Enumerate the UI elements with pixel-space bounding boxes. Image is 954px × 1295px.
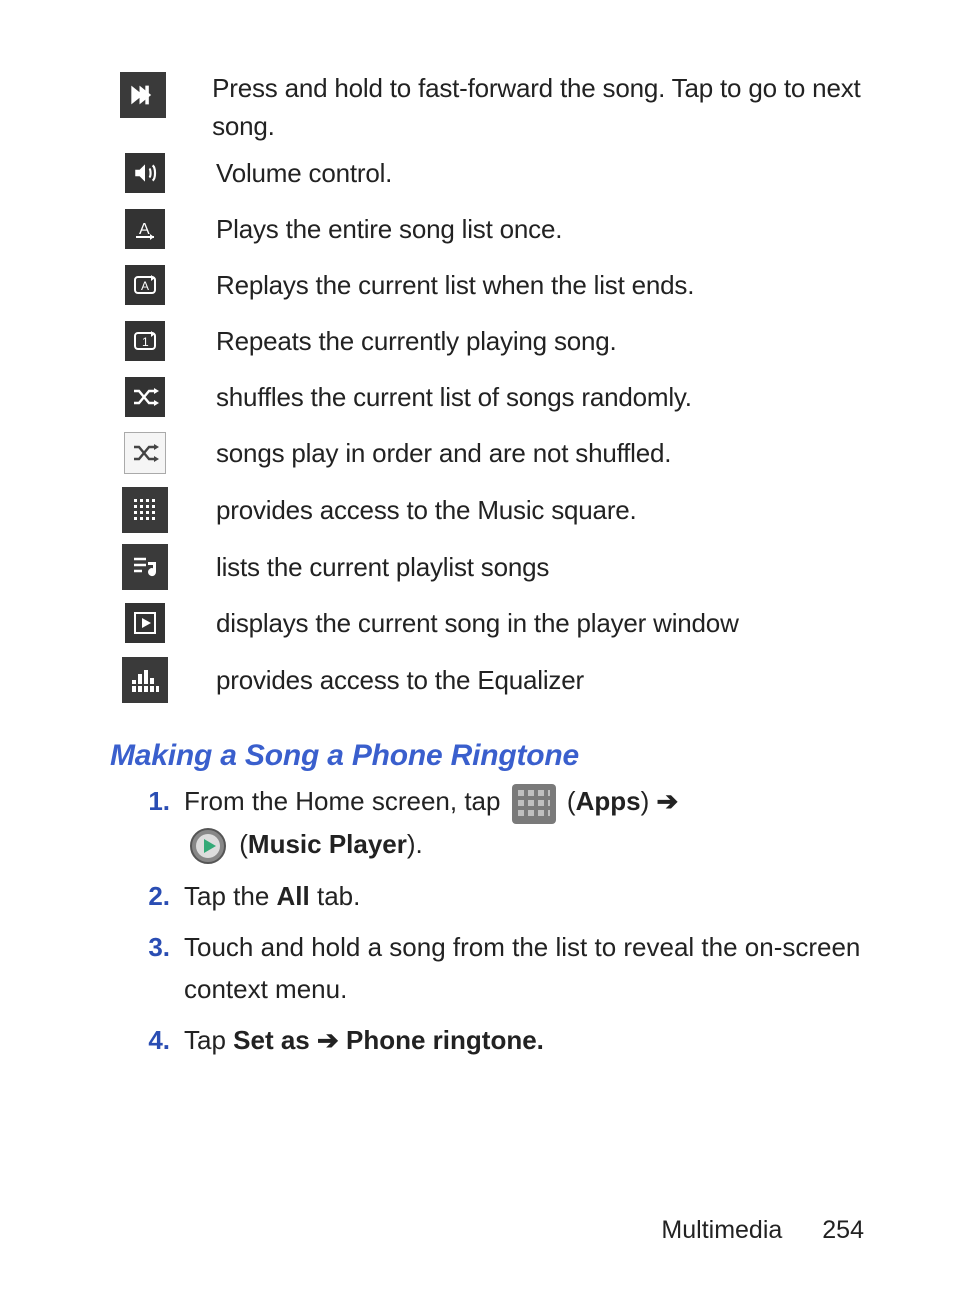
svg-text:1: 1: [142, 335, 149, 349]
icon-cell: [120, 153, 170, 193]
volume-icon: [125, 153, 165, 193]
list-item: Volume control.: [120, 145, 874, 201]
playlist-icon: [122, 544, 168, 590]
icon-cell: A: [120, 265, 170, 305]
icon-description-list: Press and hold to fast-forward the song.…: [120, 70, 874, 709]
icon-description: shuffles the current list of songs rando…: [216, 379, 692, 417]
now-playing-icon: [125, 603, 165, 643]
icon-cell: [120, 70, 166, 118]
page-footer: Multimedia 254: [661, 1216, 864, 1245]
icon-description: Press and hold to fast-forward the song.…: [212, 70, 874, 145]
step-item: 1. From the Home screen, tap (Apps) ➔ (M…: [110, 781, 874, 865]
icon-description: provides access to the Music square.: [216, 492, 637, 530]
step-item: 4. Tap Set as ➔ Phone ringtone.: [110, 1020, 874, 1062]
icon-cell: [120, 432, 170, 474]
document-page: Press and hold to fast-forward the song.…: [0, 0, 954, 1295]
repeat-one-icon: 1: [125, 321, 165, 361]
icon-description: Volume control.: [216, 155, 392, 193]
svg-text:A: A: [141, 279, 149, 293]
steps-list: 1. From the Home screen, tap (Apps) ➔ (M…: [110, 781, 874, 1062]
icon-description: Repeats the currently playing song.: [216, 323, 617, 361]
list-item: lists the current playlist songs: [120, 539, 874, 595]
icon-description: songs play in order and are not shuffled…: [216, 435, 671, 473]
icon-description: provides access to the Equalizer: [216, 662, 584, 700]
list-item: provides access to the Music square.: [120, 481, 874, 539]
play-all-once-icon: A: [125, 209, 165, 249]
equalizer-icon: [122, 657, 168, 703]
footer-page-number: 254: [822, 1216, 864, 1245]
icon-cell: [120, 603, 170, 643]
step-number: 1.: [110, 781, 184, 865]
list-item: 1 Repeats the currently playing song.: [120, 313, 874, 369]
icon-cell: [120, 377, 170, 417]
list-item: songs play in order and are not shuffled…: [120, 425, 874, 481]
icon-cell: [120, 544, 170, 590]
step-item: 2. Tap the All tab.: [110, 876, 874, 918]
list-item: shuffles the current list of songs rando…: [120, 369, 874, 425]
list-item: displays the current song in the player …: [120, 595, 874, 651]
shuffle-on-icon: [125, 377, 165, 417]
section-heading: Making a Song a Phone Ringtone: [110, 739, 874, 773]
icon-cell: 1: [120, 321, 170, 361]
icon-description: Replays the current list when the list e…: [216, 267, 694, 305]
list-item: Press and hold to fast-forward the song.…: [120, 70, 874, 145]
icon-cell: [120, 657, 170, 703]
icon-description: Plays the entire song list once.: [216, 211, 562, 249]
icon-cell: [120, 487, 170, 533]
list-item: provides access to the Equalizer: [120, 651, 874, 709]
list-item: A Plays the entire song list once.: [120, 201, 874, 257]
music-player-icon: [188, 826, 228, 866]
step-number: 2.: [110, 876, 184, 918]
footer-section: Multimedia: [661, 1216, 782, 1245]
list-item: A Replays the current list when the list…: [120, 257, 874, 313]
step-body: From the Home screen, tap (Apps) ➔ (Musi…: [184, 781, 874, 865]
step-number: 3.: [110, 927, 184, 1010]
svg-text:A: A: [139, 221, 150, 238]
repeat-list-icon: A: [125, 265, 165, 305]
step-body: Tap the All tab.: [184, 876, 874, 918]
icon-description: lists the current playlist songs: [216, 549, 549, 587]
icon-cell: A: [120, 209, 170, 249]
step-body: Tap Set as ➔ Phone ringtone.: [184, 1020, 874, 1062]
fast-forward-icon: [120, 72, 166, 118]
shuffle-off-icon: [124, 432, 166, 474]
step-number: 4.: [110, 1020, 184, 1062]
step-item: 3. Touch and hold a song from the list t…: [110, 927, 874, 1010]
music-square-icon: [122, 487, 168, 533]
icon-description: displays the current song in the player …: [216, 605, 739, 643]
step-body: Touch and hold a song from the list to r…: [184, 927, 874, 1010]
apps-grid-icon: [512, 784, 556, 824]
